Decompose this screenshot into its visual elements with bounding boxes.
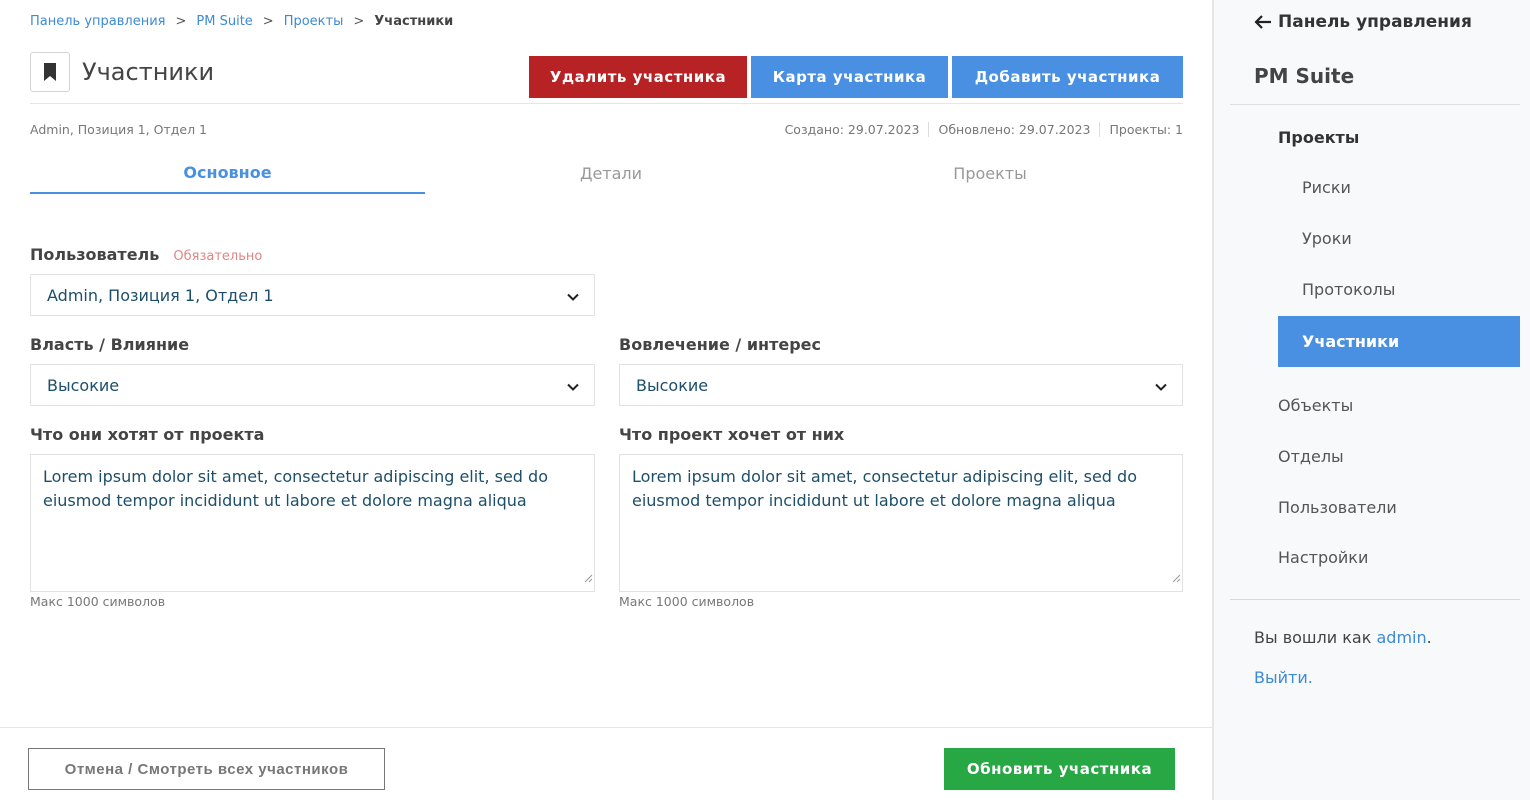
sidebar-item-risks[interactable]: Риски xyxy=(1302,178,1351,197)
projects-count: Проекты: 1 xyxy=(1099,122,1183,137)
sidebar-item-users[interactable]: Пользователи xyxy=(1278,498,1397,517)
power-select-value: Высокие xyxy=(47,375,120,395)
arrow-left-icon xyxy=(1254,15,1271,29)
sidebar-back-link[interactable]: Панель управления xyxy=(1254,12,1472,32)
chevron-down-icon xyxy=(1154,379,1168,398)
want-from-project-hint: Макс 1000 символов xyxy=(30,594,166,609)
logged-in-prefix: Вы вошли как xyxy=(1254,628,1372,647)
bookmark-icon xyxy=(30,52,70,92)
delete-stakeholder-button[interactable]: Удалить участника xyxy=(529,56,747,98)
required-badge: Обязательно xyxy=(173,249,263,264)
sidebar-item-objects[interactable]: Объекты xyxy=(1278,396,1353,415)
tab-projects[interactable]: Проекты xyxy=(797,152,1183,194)
user-select-value: Admin, Позиция 1, Отдел 1 xyxy=(47,285,274,305)
sidebar-item-departments[interactable]: Отделы xyxy=(1278,447,1344,466)
divider xyxy=(30,103,1183,104)
want-from-project-value: Lorem ipsum dolor sit amet, consectetur … xyxy=(43,467,548,510)
user-select[interactable]: Admin, Позиция 1, Отдел 1 xyxy=(30,274,595,316)
interest-select-value: Высокие xyxy=(636,375,709,395)
sidebar-divider xyxy=(1230,104,1520,105)
power-label: Власть / Влияние xyxy=(30,335,190,354)
interest-label: Вовлечение / интерес xyxy=(619,335,821,354)
sidebar-item-settings[interactable]: Настройки xyxy=(1278,548,1368,567)
created-date: Создано: 29.07.2023 xyxy=(784,122,920,137)
project-wants-value: Lorem ipsum dolor sit amet, consectetur … xyxy=(632,467,1137,510)
project-wants-textarea[interactable]: Lorem ipsum dolor sit amet, consectetur … xyxy=(619,454,1183,592)
breadcrumb-dashboard[interactable]: Панель управления xyxy=(30,14,166,29)
chevron-down-icon xyxy=(566,379,580,398)
breadcrumb-current: Участники xyxy=(374,14,454,29)
update-stakeholder-button[interactable]: Обновить участника xyxy=(944,748,1175,790)
stakeholder-map-button[interactable]: Карта участника xyxy=(751,56,948,98)
breadcrumb-separator: > xyxy=(262,14,274,29)
add-stakeholder-button[interactable]: Добавить участника xyxy=(952,56,1183,98)
cancel-button[interactable]: Отмена / Смотреть всех участников xyxy=(28,748,385,790)
sidebar-item-protocols[interactable]: Протоколы xyxy=(1302,280,1395,299)
sidebar-item-projects[interactable]: Проекты xyxy=(1278,128,1359,147)
page-title: Участники xyxy=(82,58,215,86)
sidebar-brand: PM Suite xyxy=(1254,64,1355,88)
tab-details[interactable]: Детали xyxy=(425,152,797,194)
updated-date: Обновлено: 29.07.2023 xyxy=(928,122,1099,137)
sidebar-divider xyxy=(1230,599,1520,600)
main-content: Панель управления > PM Suite > Проекты >… xyxy=(0,0,1212,800)
want-from-project-label: Что они хотят от проекта xyxy=(30,425,265,444)
resize-grip-icon[interactable] xyxy=(1171,566,1181,590)
tabs: Основное Детали Проекты xyxy=(30,152,1183,194)
project-wants-label: Что проект хочет от них xyxy=(619,425,845,444)
breadcrumb-separator: > xyxy=(353,14,365,29)
logout-link[interactable]: Выйти. xyxy=(1254,668,1313,687)
resize-grip-icon[interactable] xyxy=(583,566,593,590)
record-summary: Admin, Позиция 1, Отдел 1 xyxy=(30,122,207,137)
interest-select[interactable]: Высокие xyxy=(619,364,1183,406)
footer-divider xyxy=(0,727,1212,728)
project-wants-hint: Макс 1000 символов xyxy=(619,594,755,609)
record-meta: Создано: 29.07.2023 Обновлено: 29.07.202… xyxy=(785,122,1183,137)
sidebar-back-label: Панель управления xyxy=(1278,12,1472,32)
username-link[interactable]: admin xyxy=(1377,628,1427,647)
tab-basic[interactable]: Основное xyxy=(30,152,425,194)
power-select[interactable]: Высокие xyxy=(30,364,595,406)
breadcrumb-pm-suite[interactable]: PM Suite xyxy=(196,14,252,29)
breadcrumb: Панель управления > PM Suite > Проекты >… xyxy=(30,14,453,29)
sidebar-item-stakeholders[interactable]: Участники xyxy=(1278,316,1520,367)
want-from-project-textarea[interactable]: Lorem ipsum dolor sit amet, consectetur … xyxy=(30,454,595,592)
breadcrumb-separator: > xyxy=(175,14,187,29)
logged-in-suffix: . xyxy=(1426,628,1432,647)
sidebar: Панель управления PM Suite Проекты Риски… xyxy=(1212,0,1530,800)
user-label-text: Пользователь xyxy=(30,245,160,264)
logged-in-status: Вы вошли как admin. xyxy=(1254,628,1432,647)
breadcrumb-projects[interactable]: Проекты xyxy=(284,14,344,29)
user-label: Пользователь Обязательно xyxy=(30,245,262,264)
chevron-down-icon xyxy=(566,289,580,308)
sidebar-item-lessons[interactable]: Уроки xyxy=(1302,229,1352,248)
